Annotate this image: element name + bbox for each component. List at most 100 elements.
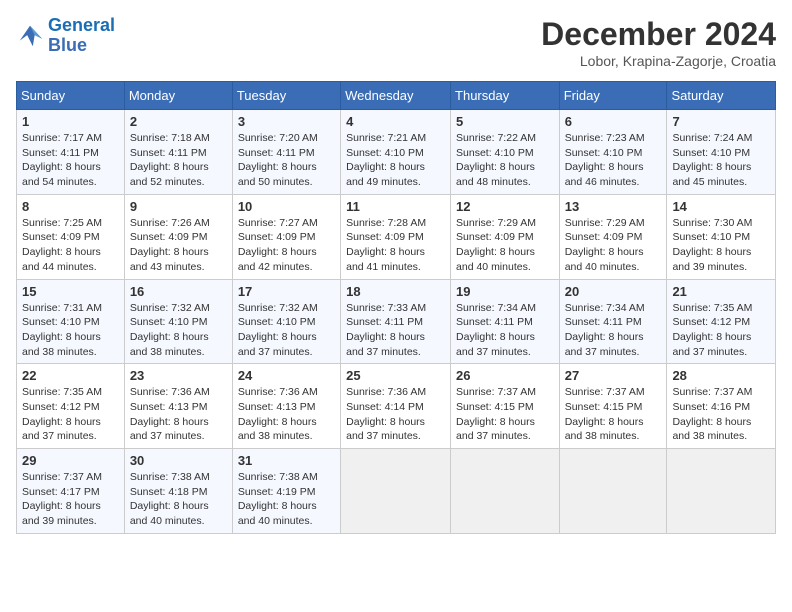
day-number: 13 bbox=[565, 199, 662, 214]
day-info: Sunrise: 7:32 AM Sunset: 4:10 PM Dayligh… bbox=[238, 301, 335, 360]
calendar-week-row: 29 Sunrise: 7:37 AM Sunset: 4:17 PM Dayli… bbox=[17, 449, 776, 534]
day-number: 12 bbox=[456, 199, 554, 214]
weekday-header-thursday: Thursday bbox=[451, 82, 560, 110]
calendar-cell bbox=[451, 449, 560, 534]
day-info: Sunrise: 7:36 AM Sunset: 4:13 PM Dayligh… bbox=[130, 385, 227, 444]
calendar-cell: 13 Sunrise: 7:29 AM Sunset: 4:09 PM Dayli… bbox=[559, 194, 667, 279]
day-number: 26 bbox=[456, 368, 554, 383]
weekday-header-row: SundayMondayTuesdayWednesdayThursdayFrid… bbox=[17, 82, 776, 110]
calendar-cell: 30Sunrise: 7:38 AM Sunset: 4:18 PM Dayli… bbox=[124, 449, 232, 534]
calendar-cell: 31Sunrise: 7:38 AM Sunset: 4:19 PM Dayli… bbox=[232, 449, 340, 534]
day-info: Sunrise: 7:36 AM Sunset: 4:13 PM Dayligh… bbox=[238, 385, 335, 444]
calendar-table: SundayMondayTuesdayWednesdayThursdayFrid… bbox=[16, 81, 776, 534]
day-number: 21 bbox=[672, 284, 770, 299]
calendar-cell: 14 Sunrise: 7:30 AM Sunset: 4:10 PM Dayli… bbox=[667, 194, 776, 279]
calendar-cell: 15 Sunrise: 7:31 AM Sunset: 4:10 PM Dayli… bbox=[17, 279, 125, 364]
day-number: 17 bbox=[238, 284, 335, 299]
calendar-cell: 28 Sunrise: 7:37 AM Sunset: 4:16 PM Dayli… bbox=[667, 364, 776, 449]
day-info: Sunrise: 7:23 AM Sunset: 4:10 PM Dayligh… bbox=[565, 131, 662, 190]
day-info: Sunrise: 7:34 AM Sunset: 4:11 PM Dayligh… bbox=[565, 301, 662, 360]
day-number: 14 bbox=[672, 199, 770, 214]
day-number: 28 bbox=[672, 368, 770, 383]
calendar-cell: 22 Sunrise: 7:35 AM Sunset: 4:12 PM Dayli… bbox=[17, 364, 125, 449]
day-number: 29 bbox=[22, 453, 119, 468]
day-info: Sunrise: 7:26 AM Sunset: 4:09 PM Dayligh… bbox=[130, 216, 227, 275]
calendar-cell: 6 Sunrise: 7:23 AM Sunset: 4:10 PM Daylig… bbox=[559, 110, 667, 195]
day-info: Sunrise: 7:17 AM Sunset: 4:11 PM Dayligh… bbox=[22, 131, 119, 190]
calendar-cell: 21 Sunrise: 7:35 AM Sunset: 4:12 PM Dayli… bbox=[667, 279, 776, 364]
day-info: Sunrise: 7:36 AM Sunset: 4:14 PM Dayligh… bbox=[346, 385, 445, 444]
location-subtitle: Lobor, Krapina-Zagorje, Croatia bbox=[541, 53, 776, 69]
title-block: December 2024 Lobor, Krapina-Zagorje, Cr… bbox=[541, 16, 776, 69]
calendar-cell: 11Sunrise: 7:28 AM Sunset: 4:09 PM Dayli… bbox=[341, 194, 451, 279]
calendar-cell: 8 Sunrise: 7:25 AM Sunset: 4:09 PM Daylig… bbox=[17, 194, 125, 279]
calendar-cell: 26 Sunrise: 7:37 AM Sunset: 4:15 PM Dayli… bbox=[451, 364, 560, 449]
calendar-cell bbox=[667, 449, 776, 534]
day-info: Sunrise: 7:29 AM Sunset: 4:09 PM Dayligh… bbox=[456, 216, 554, 275]
calendar-cell: 16Sunrise: 7:32 AM Sunset: 4:10 PM Dayli… bbox=[124, 279, 232, 364]
weekday-header-monday: Monday bbox=[124, 82, 232, 110]
weekday-header-friday: Friday bbox=[559, 82, 667, 110]
day-info: Sunrise: 7:38 AM Sunset: 4:18 PM Dayligh… bbox=[130, 470, 227, 529]
day-info: Sunrise: 7:27 AM Sunset: 4:09 PM Dayligh… bbox=[238, 216, 335, 275]
calendar-cell: 4 Sunrise: 7:21 AM Sunset: 4:10 PM Daylig… bbox=[341, 110, 451, 195]
calendar-cell: 3 Sunrise: 7:20 AM Sunset: 4:11 PM Daylig… bbox=[232, 110, 340, 195]
day-number: 15 bbox=[22, 284, 119, 299]
day-number: 6 bbox=[565, 114, 662, 129]
day-number: 9 bbox=[130, 199, 227, 214]
day-number: 2 bbox=[130, 114, 227, 129]
logo: General Blue bbox=[16, 16, 115, 56]
day-info: Sunrise: 7:18 AM Sunset: 4:11 PM Dayligh… bbox=[130, 131, 227, 190]
calendar-cell: 5Sunrise: 7:22 AM Sunset: 4:10 PM Daylig… bbox=[451, 110, 560, 195]
day-info: Sunrise: 7:37 AM Sunset: 4:15 PM Dayligh… bbox=[456, 385, 554, 444]
calendar-week-row: 1Sunrise: 7:17 AM Sunset: 4:11 PM Daylig… bbox=[17, 110, 776, 195]
day-info: Sunrise: 7:28 AM Sunset: 4:09 PM Dayligh… bbox=[346, 216, 445, 275]
day-info: Sunrise: 7:38 AM Sunset: 4:19 PM Dayligh… bbox=[238, 470, 335, 529]
day-info: Sunrise: 7:33 AM Sunset: 4:11 PM Dayligh… bbox=[346, 301, 445, 360]
calendar-cell: 24Sunrise: 7:36 AM Sunset: 4:13 PM Dayli… bbox=[232, 364, 340, 449]
day-info: Sunrise: 7:37 AM Sunset: 4:17 PM Dayligh… bbox=[22, 470, 119, 529]
logo-text: General Blue bbox=[48, 16, 115, 56]
day-number: 7 bbox=[672, 114, 770, 129]
day-info: Sunrise: 7:35 AM Sunset: 4:12 PM Dayligh… bbox=[22, 385, 119, 444]
weekday-header-wednesday: Wednesday bbox=[341, 82, 451, 110]
day-info: Sunrise: 7:25 AM Sunset: 4:09 PM Dayligh… bbox=[22, 216, 119, 275]
calendar-cell: 27Sunrise: 7:37 AM Sunset: 4:15 PM Dayli… bbox=[559, 364, 667, 449]
day-number: 4 bbox=[346, 114, 445, 129]
weekday-header-sunday: Sunday bbox=[17, 82, 125, 110]
day-info: Sunrise: 7:37 AM Sunset: 4:16 PM Dayligh… bbox=[672, 385, 770, 444]
calendar-cell: 7Sunrise: 7:24 AM Sunset: 4:10 PM Daylig… bbox=[667, 110, 776, 195]
day-number: 25 bbox=[346, 368, 445, 383]
day-number: 8 bbox=[22, 199, 119, 214]
day-info: Sunrise: 7:30 AM Sunset: 4:10 PM Dayligh… bbox=[672, 216, 770, 275]
day-info: Sunrise: 7:35 AM Sunset: 4:12 PM Dayligh… bbox=[672, 301, 770, 360]
calendar-cell: 20 Sunrise: 7:34 AM Sunset: 4:11 PM Dayli… bbox=[559, 279, 667, 364]
calendar-week-row: 22 Sunrise: 7:35 AM Sunset: 4:12 PM Dayli… bbox=[17, 364, 776, 449]
calendar-cell: 18Sunrise: 7:33 AM Sunset: 4:11 PM Dayli… bbox=[341, 279, 451, 364]
calendar-cell: 1Sunrise: 7:17 AM Sunset: 4:11 PM Daylig… bbox=[17, 110, 125, 195]
day-number: 22 bbox=[22, 368, 119, 383]
day-info: Sunrise: 7:20 AM Sunset: 4:11 PM Dayligh… bbox=[238, 131, 335, 190]
calendar-cell bbox=[559, 449, 667, 534]
calendar-cell: 10Sunrise: 7:27 AM Sunset: 4:09 PM Dayli… bbox=[232, 194, 340, 279]
calendar-cell: 17 Sunrise: 7:32 AM Sunset: 4:10 PM Dayli… bbox=[232, 279, 340, 364]
calendar-cell bbox=[341, 449, 451, 534]
weekday-header-tuesday: Tuesday bbox=[232, 82, 340, 110]
calendar-cell: 9 Sunrise: 7:26 AM Sunset: 4:09 PM Daylig… bbox=[124, 194, 232, 279]
day-info: Sunrise: 7:22 AM Sunset: 4:10 PM Dayligh… bbox=[456, 131, 554, 190]
day-number: 19 bbox=[456, 284, 554, 299]
day-number: 3 bbox=[238, 114, 335, 129]
day-info: Sunrise: 7:21 AM Sunset: 4:10 PM Dayligh… bbox=[346, 131, 445, 190]
day-info: Sunrise: 7:31 AM Sunset: 4:10 PM Dayligh… bbox=[22, 301, 119, 360]
calendar-cell: 25 Sunrise: 7:36 AM Sunset: 4:14 PM Dayli… bbox=[341, 364, 451, 449]
day-info: Sunrise: 7:29 AM Sunset: 4:09 PM Dayligh… bbox=[565, 216, 662, 275]
calendar-cell: 19 Sunrise: 7:34 AM Sunset: 4:11 PM Dayli… bbox=[451, 279, 560, 364]
weekday-header-saturday: Saturday bbox=[667, 82, 776, 110]
day-number: 20 bbox=[565, 284, 662, 299]
calendar-cell: 29 Sunrise: 7:37 AM Sunset: 4:17 PM Dayli… bbox=[17, 449, 125, 534]
calendar-week-row: 15 Sunrise: 7:31 AM Sunset: 4:10 PM Dayli… bbox=[17, 279, 776, 364]
calendar-cell: 12 Sunrise: 7:29 AM Sunset: 4:09 PM Dayli… bbox=[451, 194, 560, 279]
day-info: Sunrise: 7:32 AM Sunset: 4:10 PM Dayligh… bbox=[130, 301, 227, 360]
day-info: Sunrise: 7:34 AM Sunset: 4:11 PM Dayligh… bbox=[456, 301, 554, 360]
day-number: 27 bbox=[565, 368, 662, 383]
